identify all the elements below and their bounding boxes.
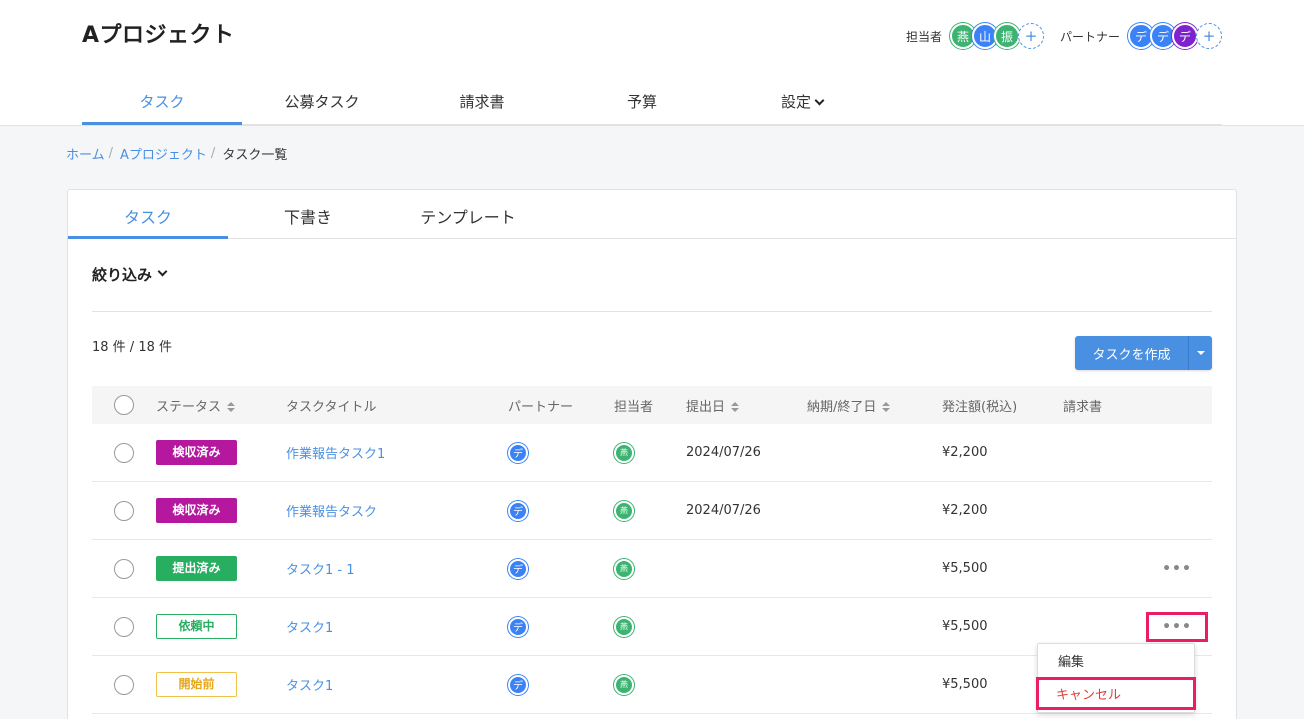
order-amount: ¥5,500 (942, 561, 988, 576)
col-submit-date-label: 提出日 (686, 399, 726, 415)
status-badge: 開始前 (156, 672, 237, 697)
task-title-link[interactable]: 作業報告タスク1 (286, 447, 385, 462)
col-invoice: 請求書 (1063, 399, 1103, 415)
tab-drafts[interactable]: 下書き (228, 190, 388, 238)
menu-item-edit[interactable]: 編集 (1038, 644, 1194, 677)
table-row: 検収済み 作業報告タスク デ 燕 2024/07/26 ¥2,200 (92, 482, 1212, 540)
avatar[interactable]: デ (1172, 23, 1198, 49)
table-row: 提出済み タスク1 - 1 デ 燕 ¥5,500 ••• (92, 540, 1212, 598)
nav-tab-budget[interactable]: 予算 (562, 80, 722, 124)
assignee-avatar: 燕 (614, 674, 634, 695)
assignee-avatar: 燕 (614, 442, 634, 463)
add-assignee-button[interactable]: + (1017, 23, 1044, 49)
create-task-button[interactable]: タスクを作成 (1075, 336, 1188, 370)
assignee-avatar: 燕 (614, 500, 634, 521)
row-checkbox[interactable] (114, 442, 134, 463)
breadcrumb-separator: / (108, 146, 114, 161)
assignee-avatars: 燕 山 振 + (949, 23, 1044, 49)
row-checkbox[interactable] (114, 558, 134, 579)
partner-label: パートナー (1059, 29, 1120, 44)
menu-item-cancel[interactable]: キャンセル (1036, 677, 1196, 710)
select-all-checkbox[interactable] (114, 395, 134, 415)
chevron-down-icon (814, 95, 825, 106)
more-actions-button[interactable]: ••• (1146, 554, 1208, 584)
table-row: 検収済み 作業報告タスク1 デ 燕 2024/07/26 ¥2,200 (92, 424, 1212, 482)
more-actions-button[interactable]: ••• (1146, 611, 1208, 642)
sort-icon (227, 402, 236, 412)
col-due-date[interactable]: 納期/終了日 (807, 396, 942, 415)
partner-avatar: デ (508, 500, 528, 521)
tab-tasks[interactable]: タスク (68, 190, 228, 239)
main-nav: タスク 公募タスク 請求書 予算 設定 (82, 80, 1222, 125)
filter-label: 絞り込み (92, 266, 153, 284)
breadcrumb-separator: / (210, 146, 216, 161)
status-badge: 検収済み (156, 498, 237, 523)
breadcrumb-home[interactable]: ホーム (66, 144, 105, 163)
filter-toggle[interactable]: 絞り込み (92, 264, 168, 285)
task-card: タスク 下書き テンプレート 絞り込み 18 件 / 18 件 タスクを作成 ス… (67, 189, 1237, 719)
add-partner-button[interactable]: + (1196, 23, 1222, 49)
status-badge: 検収済み (156, 440, 237, 465)
create-task-dropdown-toggle[interactable] (1188, 336, 1212, 370)
task-tabs: タスク 下書き テンプレート (68, 190, 1236, 239)
assignee-avatar: 燕 (614, 558, 634, 579)
order-amount: ¥2,200 (942, 503, 988, 518)
col-submit-date[interactable]: 提出日 (686, 396, 807, 415)
tab-templates[interactable]: テンプレート (388, 190, 548, 238)
col-partner: パートナー (508, 399, 574, 415)
nav-tab-label: 請求書 (459, 93, 505, 111)
partner-avatar: デ (508, 616, 528, 637)
table-header: ステータス タスクタイトル パートナー 担当者 提出日 納期/終了日 発注額(税… (92, 386, 1212, 424)
status-badge: 依頼中 (156, 614, 237, 639)
nav-tab-label: 公募タスク (284, 93, 360, 111)
row-checkbox[interactable] (114, 616, 134, 637)
col-due-date-label: 納期/終了日 (807, 399, 877, 415)
col-assignee: 担当者 (614, 399, 654, 415)
col-amount: 発注額(税込) (942, 399, 1018, 415)
breadcrumb: ホーム / Aプロジェクト / タスク一覧 (66, 144, 287, 163)
result-count: 18 件 / 18 件 (92, 340, 172, 355)
task-title-link[interactable]: タスク1 - 1 (286, 563, 355, 578)
app-header: Aプロジェクト 担当者 燕 山 振 + パートナー デ デ デ + タスク 公募… (0, 0, 1304, 126)
caret-down-icon (1196, 351, 1205, 355)
assignee-label: 担当者 (905, 29, 942, 44)
submit-date: 2024/07/26 (686, 503, 761, 518)
order-amount: ¥2,200 (942, 445, 988, 460)
nav-tab-label: 予算 (626, 93, 657, 111)
nav-tab-tasks[interactable]: タスク (82, 80, 242, 125)
avatar[interactable]: 振 (993, 23, 1020, 49)
nav-tab-label: タスク (139, 93, 185, 111)
nav-tab-invoices[interactable]: 請求書 (402, 80, 562, 124)
chevron-down-icon (157, 266, 168, 277)
task-title-link[interactable]: 作業報告タスク (286, 505, 377, 520)
row-actions-menu: 編集 キャンセル (1036, 643, 1196, 713)
breadcrumb-project[interactable]: Aプロジェクト (120, 144, 207, 163)
project-title: Aプロジェクト (82, 23, 235, 48)
task-title-link[interactable]: タスク1 (286, 679, 333, 694)
col-title: タスクタイトル (286, 399, 377, 415)
row-checkbox[interactable] (114, 674, 134, 695)
members-bar: 担当者 燕 山 振 + パートナー デ デ デ + (906, 22, 1222, 50)
create-task-button-group: タスクを作成 (1075, 336, 1212, 370)
col-status-label: ステータス (156, 399, 222, 415)
partner-avatar: デ (508, 442, 528, 463)
sort-icon (731, 402, 740, 412)
status-badge: 提出済み (156, 556, 237, 581)
partner-avatars: デ デ デ + (1128, 23, 1222, 49)
assignee-avatar: 燕 (614, 616, 634, 637)
col-status[interactable]: ステータス (156, 396, 286, 415)
nav-tab-label: 設定 (780, 93, 811, 111)
breadcrumb-current: タスク一覧 (222, 148, 288, 163)
order-amount: ¥5,500 (942, 619, 988, 634)
sort-icon (882, 402, 891, 412)
partner-avatar: デ (508, 558, 528, 579)
partner-avatar: デ (508, 674, 528, 695)
nav-tab-public-tasks[interactable]: 公募タスク (242, 80, 402, 124)
divider (92, 311, 1212, 312)
row-checkbox[interactable] (114, 500, 134, 521)
nav-tab-settings[interactable]: 設定 (722, 80, 882, 124)
task-title-link[interactable]: タスク1 (286, 621, 333, 636)
submit-date: 2024/07/26 (686, 445, 761, 460)
